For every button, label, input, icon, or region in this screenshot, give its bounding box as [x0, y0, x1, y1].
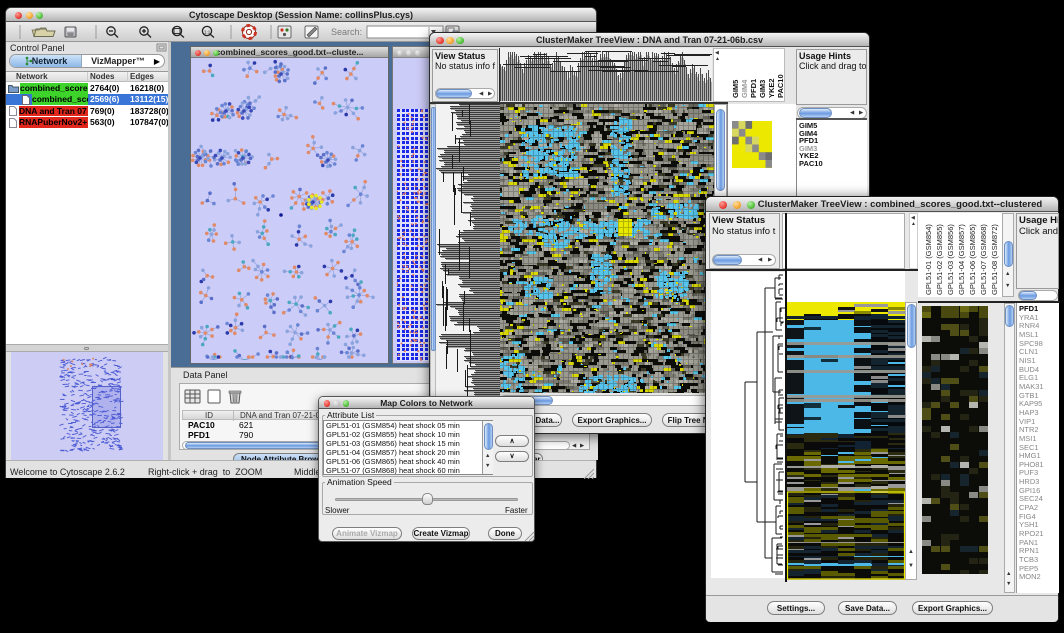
svg-text:GIM4: GIM4 — [740, 79, 749, 98]
svg-text:Search:: Search: — [331, 27, 362, 37]
svg-text:PAC10: PAC10 — [776, 74, 785, 98]
svg-text:PFD1: PFD1 — [749, 79, 758, 98]
svg-text:GIM5: GIM5 — [731, 80, 740, 98]
svg-text:1:1: 1:1 — [204, 30, 211, 35]
svg-text:GIM3: GIM3 — [758, 80, 767, 98]
svg-text:YKE2: YKE2 — [767, 78, 776, 98]
